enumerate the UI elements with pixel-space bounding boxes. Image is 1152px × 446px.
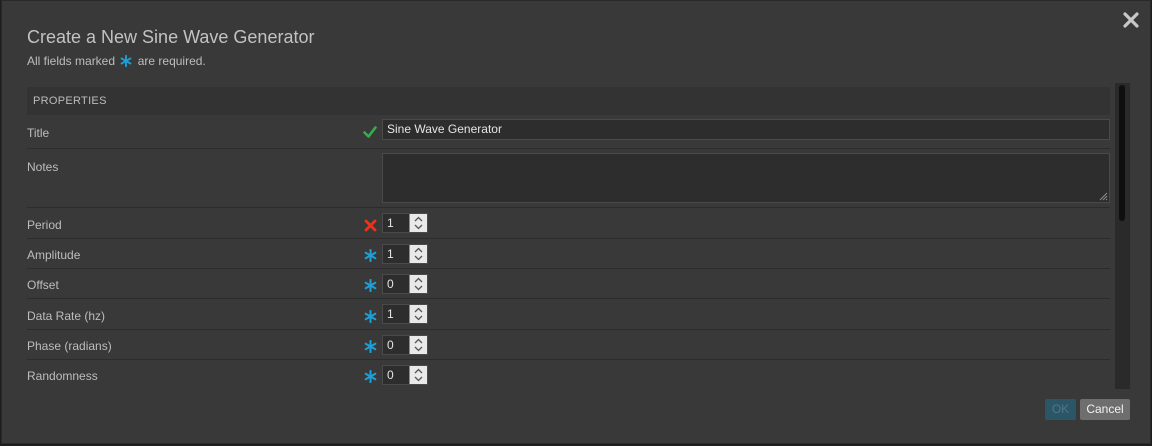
subtitle-text-after: are required.	[137, 54, 206, 68]
phase-stepper-arrows[interactable]	[409, 336, 427, 354]
form-row-period: Period 1	[27, 208, 1110, 239]
asterisk-icon	[362, 368, 378, 384]
phase-stepper[interactable]: 0	[382, 335, 428, 355]
form-row-data-rate: Data Rate (hz) 1	[27, 299, 1110, 330]
chevron-up-down-icon	[414, 216, 423, 230]
resize-grip-icon[interactable]	[1099, 192, 1108, 201]
section-header-properties: PROPERTIES	[27, 87, 1110, 115]
close-icon	[1123, 12, 1139, 28]
offset-stepper-arrows[interactable]	[409, 275, 427, 293]
field-label-offset: Offset	[27, 278, 59, 292]
amplitude-stepper[interactable]: 1	[382, 244, 428, 264]
cancel-button[interactable]: Cancel	[1080, 399, 1130, 420]
field-label-notes: Notes	[27, 160, 59, 174]
randomness-value: 0	[387, 368, 394, 382]
form-row-amplitude: Amplitude 1	[27, 239, 1110, 269]
asterisk-icon	[362, 247, 378, 263]
field-label-randomness: Randomness	[27, 369, 98, 383]
form-row-title: Title Sine Wave Generator	[27, 115, 1110, 149]
period-value: 1	[387, 216, 394, 230]
field-label-amplitude: Amplitude	[27, 248, 81, 262]
chevron-up-down-icon	[414, 338, 423, 352]
offset-value: 0	[387, 277, 394, 291]
close-button[interactable]	[1120, 9, 1142, 31]
checkmark-icon	[362, 124, 378, 140]
asterisk-icon	[362, 338, 378, 354]
form-scrollbar[interactable]	[1115, 83, 1130, 389]
randomness-stepper[interactable]: 0	[382, 365, 428, 385]
dialog-title: Create a New Sine Wave Generator	[27, 27, 315, 47]
asterisk-icon	[362, 308, 378, 324]
field-label-phase: Phase (radians)	[27, 339, 112, 353]
phase-value: 0	[387, 338, 394, 352]
offset-stepper[interactable]: 0	[382, 274, 428, 294]
field-label-period: Period	[27, 218, 62, 232]
amplitude-stepper-arrows[interactable]	[409, 245, 427, 263]
x-mark-icon	[362, 217, 378, 233]
data-rate-stepper-arrows[interactable]	[409, 305, 427, 323]
chevron-up-down-icon	[414, 368, 423, 382]
create-sine-wave-dialog: Create a New Sine Wave Generator All fie…	[1, 0, 1151, 444]
properties-form: PROPERTIES Title Sine Wave Generator Not…	[27, 87, 1110, 389]
field-label-data-rate: Data Rate (hz)	[27, 309, 106, 323]
chevron-up-down-icon	[414, 307, 423, 321]
form-row-offset: Offset 0	[27, 269, 1110, 299]
asterisk-icon	[362, 277, 378, 293]
period-stepper-arrows[interactable]	[409, 214, 427, 232]
data-rate-stepper[interactable]: 1	[382, 304, 428, 324]
title-input[interactable]: Sine Wave Generator	[382, 119, 1110, 140]
notes-textarea[interactable]	[382, 153, 1110, 203]
form-row-notes: Notes	[27, 149, 1110, 208]
field-label-title: Title	[27, 126, 50, 140]
dialog-subtitle: All fields marked are required.	[27, 54, 206, 68]
randomness-stepper-arrows[interactable]	[409, 366, 427, 384]
data-rate-value: 1	[387, 307, 394, 321]
chevron-up-down-icon	[414, 247, 423, 261]
form-row-randomness: Randomness 0	[27, 360, 1110, 389]
ok-button[interactable]: OK	[1045, 399, 1076, 420]
chevron-up-down-icon	[414, 277, 423, 291]
asterisk-icon	[120, 55, 132, 67]
scrollbar-thumb[interactable]	[1119, 85, 1125, 221]
amplitude-value: 1	[387, 247, 394, 261]
subtitle-text-before: All fields marked	[27, 54, 116, 68]
period-stepper[interactable]: 1	[382, 213, 428, 233]
form-row-phase: Phase (radians) 0	[27, 330, 1110, 360]
